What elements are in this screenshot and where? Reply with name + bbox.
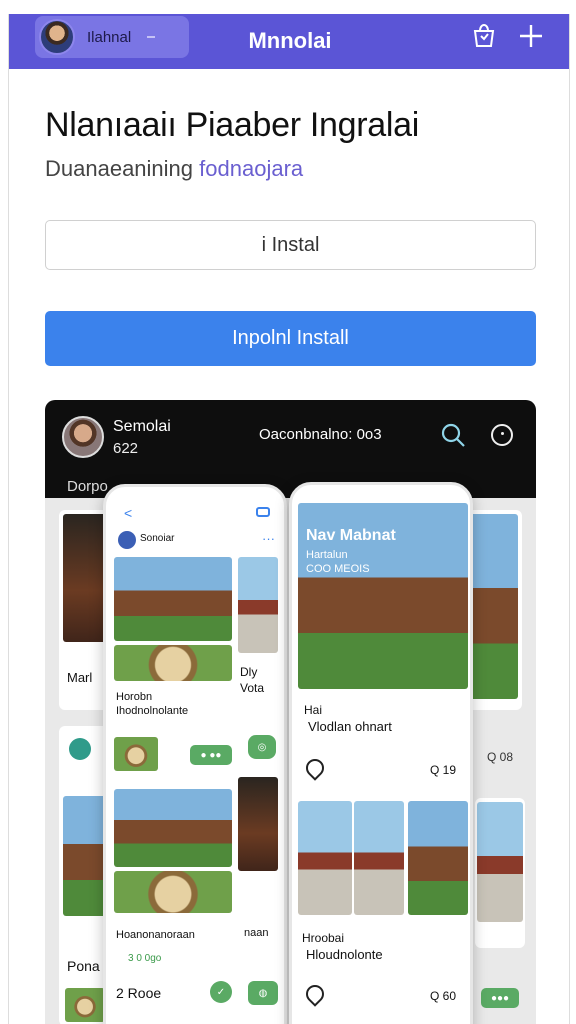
card-subtitle: Ihodnolnolante [116, 705, 189, 717]
listing-image [238, 557, 278, 653]
preview-tab[interactable]: Dorpo [67, 478, 108, 495]
top-bar: Ilahnal Mnnolai [9, 14, 569, 69]
gallery-image [408, 801, 468, 915]
more-icon[interactable]: ··· [262, 531, 275, 546]
back-button[interactable]: < [124, 505, 132, 521]
feed-card[interactable] [475, 798, 525, 948]
gallery-image [354, 801, 404, 915]
subtitle-text: Duanaeanining [45, 156, 194, 181]
feed-image [65, 988, 105, 1022]
preview-user-name: Semolai [113, 418, 171, 435]
detail-count: Q 60 [430, 989, 457, 1003]
app-preview: Semolai 622 Oaconbnalno: 0o3 Dorpo Marl … [45, 400, 536, 1024]
card-title: Horobn [116, 691, 153, 703]
detail-title: Vlodlan ohnart [308, 719, 392, 734]
preview-header: Semolai 622 Oaconbnalno: 0o3 Dorpo [45, 400, 536, 496]
listing-image [114, 737, 158, 771]
phone-user-name: Sonoiar [140, 533, 175, 544]
feed-image [466, 514, 518, 699]
feed-count: Q 08 [487, 750, 514, 764]
hero-subtitle: Hartalun [306, 549, 348, 561]
camera-icon[interactable]: ◎ [248, 735, 276, 759]
card-label: naan [244, 927, 269, 939]
shopping-bag-icon[interactable] [469, 22, 499, 52]
detail-title: Hloudnolonte [306, 947, 383, 962]
avatar [118, 531, 136, 549]
listing-image [114, 871, 232, 913]
preview-avatar [62, 416, 104, 458]
page-subtitle: Duanaeanining fodnaojara [45, 156, 303, 182]
install-option[interactable]: i Instal [45, 220, 536, 270]
listing-image [114, 645, 232, 681]
status-badge: ●●● [481, 988, 519, 1008]
page-title: Nlanıaaiı Piaaber Ingralai [45, 106, 419, 144]
hero-subtitle: COO MEOIS [306, 563, 370, 575]
preview-count: Oaconbnalno: 0o3 [259, 426, 382, 443]
card-meta: 3 0 0go [128, 953, 162, 964]
phone-mockup-list: < Sonoiar ··· Horobn Ihodnolnolante Dly … [103, 484, 287, 1024]
preview-feed: Marl Pona Q 08 ●●● < Sonoiar ··· Horobn … [45, 482, 536, 1024]
card-title: Hoanonanoraan [116, 929, 195, 941]
status-badge[interactable]: ● ●● [190, 745, 232, 765]
preview-user-sub: 622 [113, 440, 139, 457]
location-pin-icon[interactable] [302, 981, 328, 1007]
message-icon[interactable] [256, 507, 270, 517]
card-title: Dly [240, 665, 258, 679]
card-footer: 2 Rooe [116, 985, 162, 1001]
app-frame: Ilahnal Mnnolai Nlanıaaiı Piaaber Ingral… [8, 14, 570, 1024]
plus-icon[interactable] [516, 22, 546, 52]
location-pin-icon[interactable] [302, 755, 328, 781]
listing-image [238, 777, 278, 871]
leaf-icon [69, 738, 91, 760]
hero-title: Nav Mabnat [306, 527, 396, 544]
listing-image [114, 789, 232, 867]
detail-label: Hroobai [302, 931, 345, 945]
phone-mockup-detail: Nav Mabnat Hartalun COO MEOIS Hai Vlodla… [289, 482, 473, 1024]
detail-label: Hai [304, 703, 323, 717]
feed-card-label: Pona [67, 958, 100, 974]
detail-count: Q 19 [430, 763, 457, 777]
install-button[interactable]: Inpolnl Install [45, 311, 536, 366]
feed-card-label: Marl [67, 670, 93, 685]
subtitle-link[interactable]: fodnaojara [199, 156, 303, 181]
clock-icon[interactable] [491, 424, 513, 446]
card-subtitle: Vota [240, 681, 265, 695]
leaf-icon[interactable]: ✓ [210, 981, 232, 1003]
feed-image [477, 802, 523, 922]
search-icon[interactable] [440, 422, 466, 448]
listing-image [114, 557, 232, 641]
share-icon[interactable]: ◍ [248, 981, 278, 1005]
gallery-image [298, 801, 352, 915]
